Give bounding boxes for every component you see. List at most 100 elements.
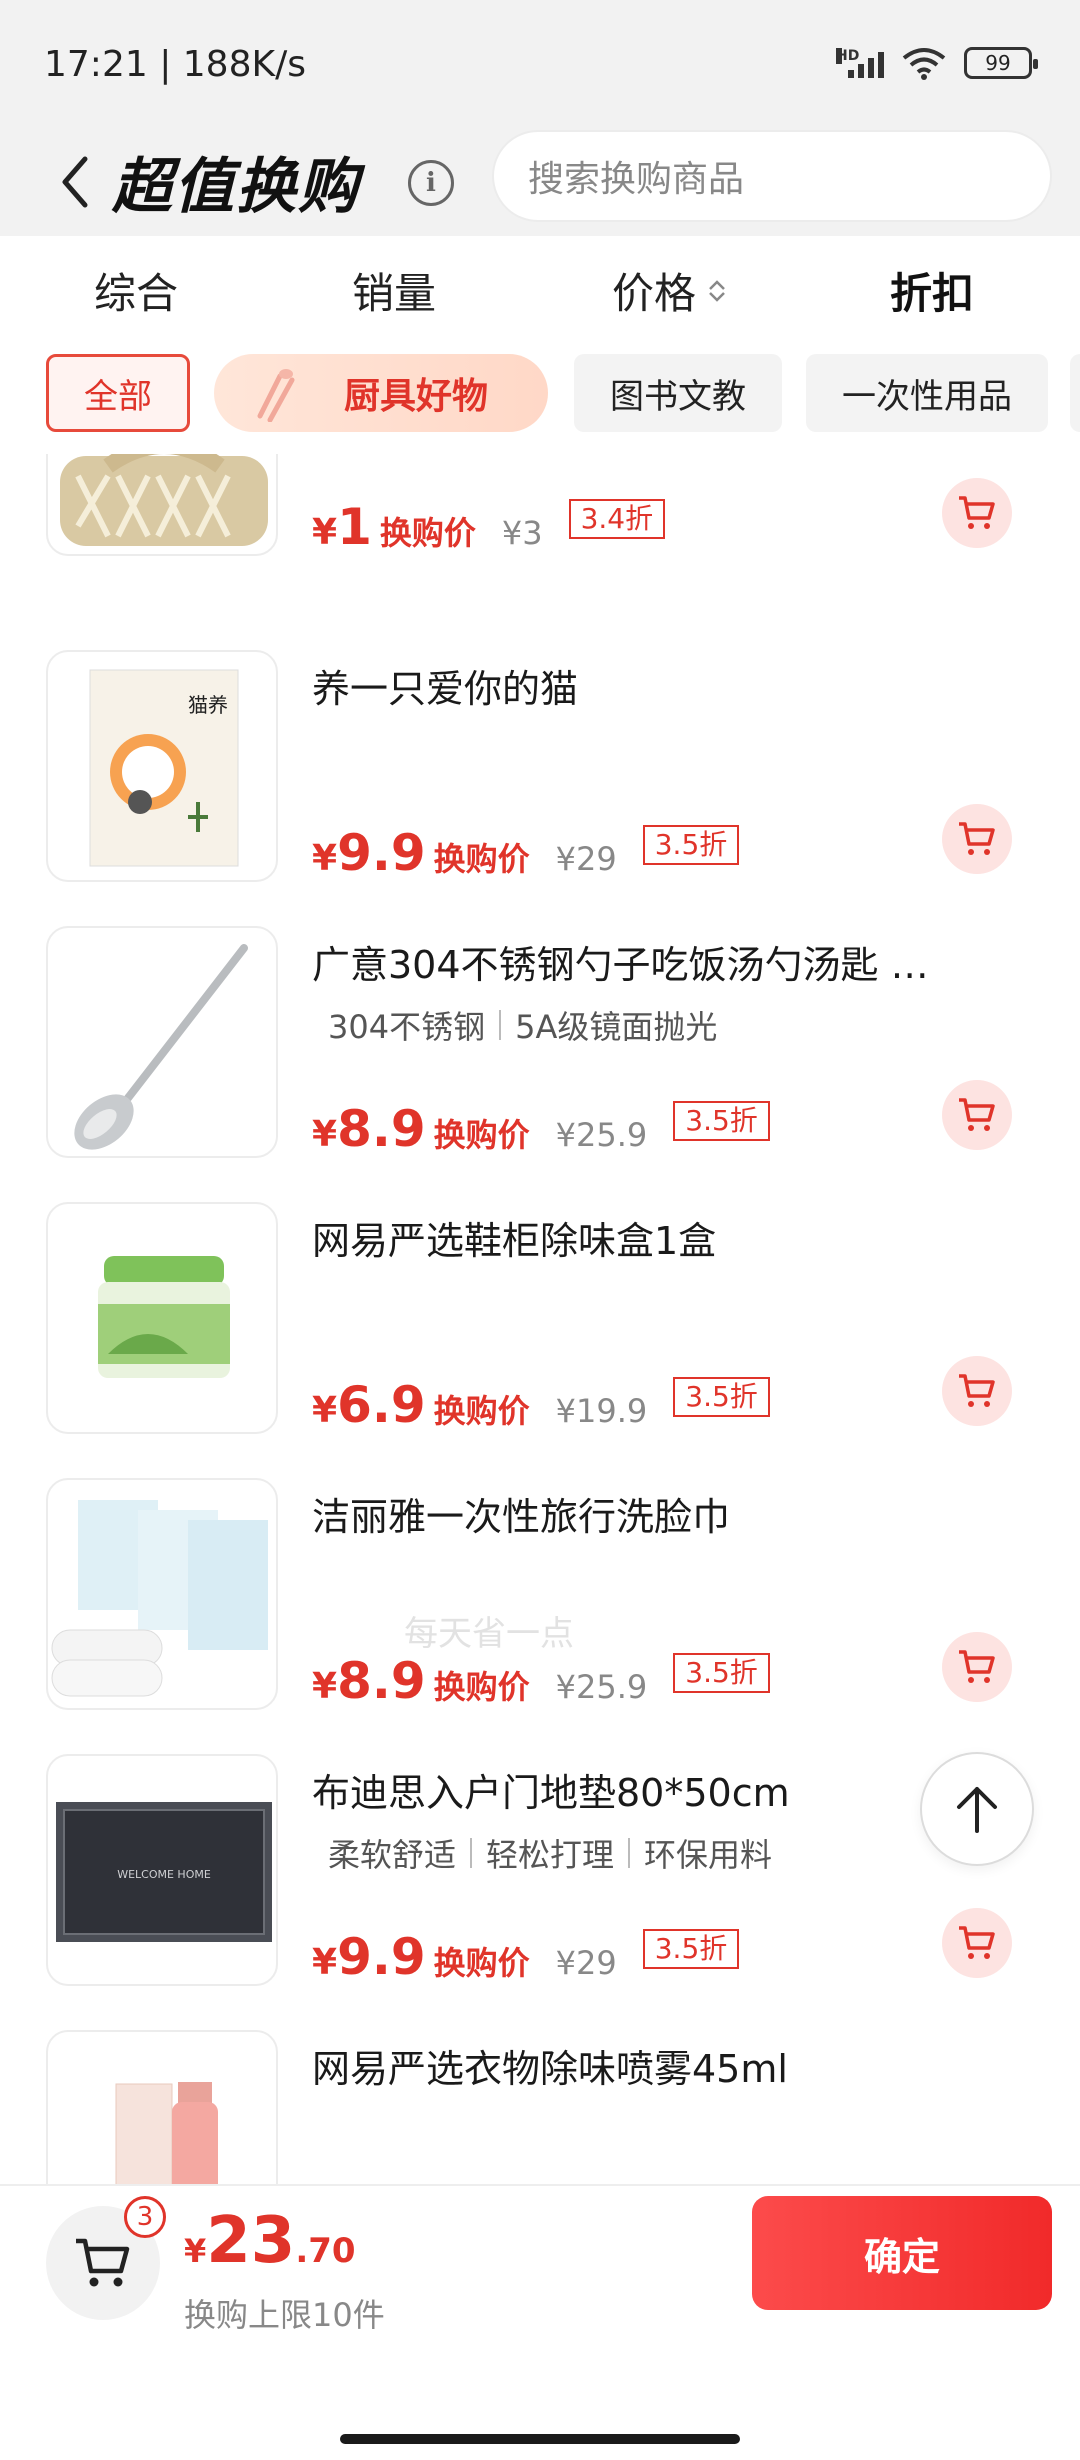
tab-label: 折扣 [890,269,975,318]
price-row: ¥ 8.9 换购价 ¥25.9 3.5折 [312,1652,770,1710]
price-label: 换购价 [433,840,530,878]
hd-label: HD [836,48,860,64]
book-image: 猫养 [89,669,239,867]
tab-discount[interactable]: 折扣 [890,260,974,321]
tab-comprehensive[interactable]: 综合 [94,260,178,321]
status-time: 17:21 | 188K/s [44,44,306,85]
discount-badge: 3.5折 [642,825,740,865]
info-icon[interactable]: i [408,160,454,206]
product-item[interactable]: 猫养 养一只爱你的猫 ¥ 9.9 换购价 ¥29 3.5折 [0,650,1080,926]
original-price: ¥3 [501,514,543,552]
product-name: 网易严选衣物除味喷雾45ml [312,2047,788,2091]
product-item[interactable]: ¥ 1 换购价 ¥3 3.4折 [0,454,1080,600]
add-to-cart-button[interactable] [942,1908,1012,1978]
price-label: 换购价 [379,514,476,552]
page-title: 超值换购 [112,152,360,222]
chip-partial[interactable] [1070,354,1080,432]
chip-kitchen[interactable]: 厨具好物 [214,354,548,432]
total-price: ¥ 23 .70 [184,2204,356,2278]
search-input[interactable]: 搜索换购商品 [492,130,1052,222]
product-image [46,2030,278,2184]
price-row: ¥ 9.9 换购价 ¥29 3.5折 [312,1928,740,1986]
back-to-top-button[interactable] [920,1752,1034,1866]
product-name: 养一只爱你的猫 [312,667,579,711]
exchange-price: 9.9 [337,1928,426,1986]
product-item[interactable]: 网易严选衣物除味喷雾45ml [0,2030,1080,2184]
chip-books[interactable]: 图书文教 [574,354,782,432]
confirm-button[interactable]: 确定 [752,2196,1052,2310]
deodorizer-image [98,1256,230,1378]
time-text: 17:21 [44,44,148,85]
tab-label: 价格 [612,269,697,318]
towel-image [51,1500,268,1697]
chip-disposable[interactable]: 一次性用品 [806,354,1048,432]
price-row: ¥ 6.9 换购价 ¥19.9 3.5折 [312,1376,770,1434]
chip-all[interactable]: 全部 [46,354,190,432]
cart-icon [959,1374,995,1407]
product-list[interactable]: ¥ 1 换购价 ¥3 3.4折 猫养 养一只爱你的猫 ¥ 9.9 换购价 ¥29… [0,454,1080,2184]
battery-level: 99 [985,51,1011,75]
original-price: ¥25.9 [555,1116,648,1154]
cart-icon [959,1098,995,1131]
kitchen-utensil-icon [257,369,295,422]
status-icons: HD 99 [836,46,1038,80]
tab-label: 综合 [94,269,179,318]
product-item[interactable]: WELCOME HOME 布迪思入户门地垫80*50cm 柔软舒适 轻松打理 环… [0,1754,1080,2030]
tab-sales[interactable]: 销量 [352,260,436,321]
exchange-price: 6.9 [337,1376,426,1434]
header: 超值换购 i 搜索换购商品 [0,130,1080,236]
category-chips: 全部 厨具好物 图书文教 一次性用品 [0,354,1080,454]
tag-divider [628,1838,631,1868]
price-label: 换购价 [433,1392,530,1430]
cart-icon [959,1926,995,1959]
status-bar: 17:21 | 188K/s HD 99 [0,0,1080,130]
bottom-bar: 3 ¥ 23 .70 换购上限10件 确定 [0,2184,1080,2460]
add-to-cart-button[interactable] [942,1632,1012,1702]
add-to-cart-button[interactable] [942,1356,1012,1426]
price-label: 换购价 [433,1116,530,1154]
product-image [46,926,278,1158]
back-button[interactable] [48,146,100,218]
product-item[interactable]: 广意304不锈钢勺子吃饭汤勺汤匙 … 304不锈钢 5A级镜面抛光 ¥ 8.9 … [0,926,1080,1202]
add-to-cart-button[interactable] [942,1080,1012,1150]
original-price: ¥29 [555,1944,617,1982]
discount-badge: 3.5折 [642,1929,740,1969]
sort-tabs: 综合 销量 价格 折扣 [0,236,1080,354]
discount-badge: 3.5折 [673,1101,770,1141]
tab-price[interactable]: 价格 [612,260,726,321]
product-image [46,1478,278,1710]
discount-badge: 3.5折 [673,1377,770,1417]
tag-divider [499,1010,502,1040]
discount-badge: 3.4折 [568,499,666,539]
price-label: 换购价 [433,1668,530,1706]
chip-label: 厨具好物 [343,376,488,417]
home-indicator[interactable] [340,2434,740,2444]
sort-arrows-icon [708,279,726,302]
price-label: 换购价 [433,1944,530,1982]
cart-icon [959,1650,995,1683]
product-tag: 304不锈钢 [328,1008,486,1046]
arrow-up-icon [957,1787,997,1833]
spoon-image [74,944,248,1150]
original-price: ¥25.9 [555,1668,648,1706]
cart-icon [959,822,995,855]
watermark: 每天省一点 [404,1614,574,1654]
add-to-cart-button[interactable] [942,478,1012,548]
product-name: 广意304不锈钢勺子吃饭汤勺汤匙 … [312,943,929,987]
network-speed: 188K/s [182,44,306,85]
cart-icon [959,496,995,529]
product-tags: 柔软舒适 轻松打理 环保用料 [328,1830,772,1876]
exchange-price: 8.9 [337,1652,426,1710]
product-name: 网易严选鞋柜除味盒1盒 [312,1219,717,1263]
exchange-price: 9.9 [337,824,426,882]
cart-icon [76,2238,130,2287]
product-image: WELCOME HOME [46,1754,278,1986]
svg-text:猫养: 猫养 [188,693,228,717]
product-item[interactable]: 网易严选鞋柜除味盒1盒 ¥ 6.9 换购价 ¥19.9 3.5折 [0,1202,1080,1478]
price-row: ¥ 8.9 换购价 ¥25.9 3.5折 [312,1100,770,1158]
tab-label: 销量 [352,269,437,318]
price-row: ¥ 9.9 换购价 ¥29 3.5折 [312,824,740,882]
add-to-cart-button[interactable] [942,804,1012,874]
product-tag: 柔软舒适 [328,1836,457,1874]
discount-badge: 3.5折 [673,1653,770,1693]
